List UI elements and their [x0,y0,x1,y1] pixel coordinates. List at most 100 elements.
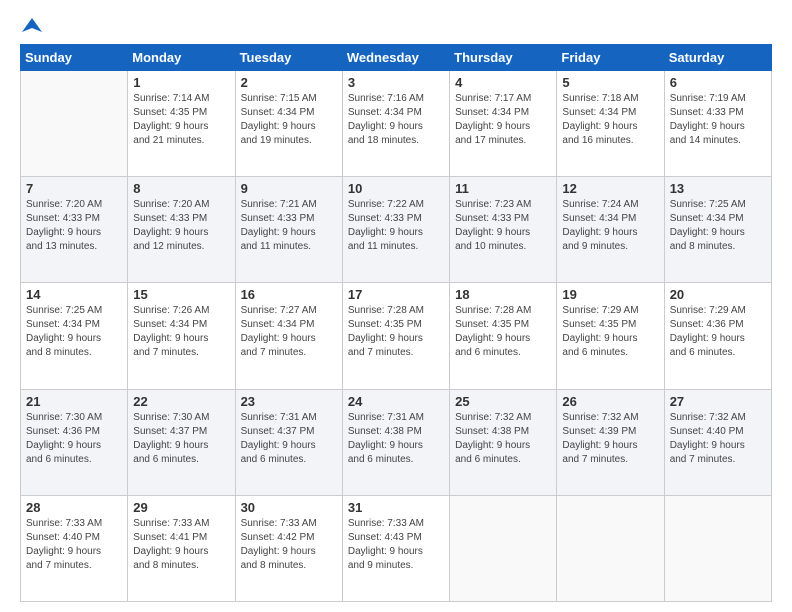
calendar-cell: 23 Sunrise: 7:31 AMSunset: 4:37 PMDayligh… [235,389,342,495]
day-number: 14 [26,287,122,302]
cell-info: Sunrise: 7:17 AMSunset: 4:34 PMDaylight:… [455,92,551,148]
calendar-cell: 30 Sunrise: 7:33 AMSunset: 4:42 PMDayligh… [235,495,342,601]
cell-info: Sunrise: 7:32 AMSunset: 4:39 PMDaylight:… [562,411,658,467]
cell-info: Sunrise: 7:19 AMSunset: 4:33 PMDaylight:… [670,92,766,148]
calendar-table: SundayMondayTuesdayWednesdayThursdayFrid… [20,44,772,602]
cell-info: Sunrise: 7:28 AMSunset: 4:35 PMDaylight:… [348,304,444,360]
weekday-header: Wednesday [342,45,449,71]
calendar-cell: 21 Sunrise: 7:30 AMSunset: 4:36 PMDayligh… [21,389,128,495]
calendar-cell: 20 Sunrise: 7:29 AMSunset: 4:36 PMDayligh… [664,283,771,389]
calendar-cell: 24 Sunrise: 7:31 AMSunset: 4:38 PMDayligh… [342,389,449,495]
day-number: 12 [562,181,658,196]
day-number: 5 [562,75,658,90]
day-number: 3 [348,75,444,90]
day-number: 9 [241,181,337,196]
calendar-cell: 22 Sunrise: 7:30 AMSunset: 4:37 PMDayligh… [128,389,235,495]
calendar-cell: 14 Sunrise: 7:25 AMSunset: 4:34 PMDayligh… [21,283,128,389]
day-number: 23 [241,394,337,409]
cell-info: Sunrise: 7:27 AMSunset: 4:34 PMDaylight:… [241,304,337,360]
cell-info: Sunrise: 7:21 AMSunset: 4:33 PMDaylight:… [241,198,337,254]
calendar-cell: 27 Sunrise: 7:32 AMSunset: 4:40 PMDayligh… [664,389,771,495]
calendar-cell: 19 Sunrise: 7:29 AMSunset: 4:35 PMDayligh… [557,283,664,389]
day-number: 10 [348,181,444,196]
cell-info: Sunrise: 7:33 AMSunset: 4:43 PMDaylight:… [348,517,444,573]
day-number: 13 [670,181,766,196]
logo-bird-icon [22,16,42,36]
cell-info: Sunrise: 7:25 AMSunset: 4:34 PMDaylight:… [26,304,122,360]
day-number: 22 [133,394,229,409]
calendar-cell: 7Sunrise: 7:20 AMSunset: 4:33 PMDaylight… [21,177,128,283]
cell-info: Sunrise: 7:29 AMSunset: 4:36 PMDaylight:… [670,304,766,360]
cell-info: Sunrise: 7:33 AMSunset: 4:41 PMDaylight:… [133,517,229,573]
day-number: 28 [26,500,122,515]
cell-info: Sunrise: 7:15 AMSunset: 4:34 PMDaylight:… [241,92,337,148]
calendar-cell: 18 Sunrise: 7:28 AMSunset: 4:35 PMDayligh… [450,283,557,389]
calendar-cell: 1 Sunrise: 7:14 AMSunset: 4:35 PMDaylight… [128,71,235,177]
calendar-cell: 29 Sunrise: 7:33 AMSunset: 4:41 PMDayligh… [128,495,235,601]
calendar-cell: 12 Sunrise: 7:24 AMSunset: 4:34 PMDayligh… [557,177,664,283]
day-number: 2 [241,75,337,90]
cell-info: Sunrise: 7:31 AMSunset: 4:37 PMDaylight:… [241,411,337,467]
day-number: 18 [455,287,551,302]
calendar-cell [664,495,771,601]
day-number: 16 [241,287,337,302]
calendar-cell: 9 Sunrise: 7:21 AMSunset: 4:33 PMDaylight… [235,177,342,283]
day-number: 19 [562,287,658,302]
cell-info: Sunrise: 7:30 AMSunset: 4:37 PMDaylight:… [133,411,229,467]
cell-info: Sunrise: 7:32 AMSunset: 4:40 PMDaylight:… [670,411,766,467]
weekday-header: Friday [557,45,664,71]
page: SundayMondayTuesdayWednesdayThursdayFrid… [0,0,792,612]
day-number: 31 [348,500,444,515]
cell-info: Sunrise: 7:18 AMSunset: 4:34 PMDaylight:… [562,92,658,148]
day-number: 26 [562,394,658,409]
calendar-cell [557,495,664,601]
cell-info: Sunrise: 7:28 AMSunset: 4:35 PMDaylight:… [455,304,551,360]
cell-info: Sunrise: 7:20 AMSunset: 4:33 PMDaylight:… [133,198,229,254]
cell-info: Sunrise: 7:33 AMSunset: 4:42 PMDaylight:… [241,517,337,573]
day-number: 25 [455,394,551,409]
calendar-cell: 10 Sunrise: 7:22 AMSunset: 4:33 PMDayligh… [342,177,449,283]
weekday-header: Thursday [450,45,557,71]
day-number: 21 [26,394,122,409]
cell-info: Sunrise: 7:14 AMSunset: 4:35 PMDaylight:… [133,92,229,148]
calendar-cell [450,495,557,601]
day-number: 30 [241,500,337,515]
day-number: 20 [670,287,766,302]
calendar-cell: 16 Sunrise: 7:27 AMSunset: 4:34 PMDayligh… [235,283,342,389]
calendar-cell: 28 Sunrise: 7:33 AMSunset: 4:40 PMDayligh… [21,495,128,601]
cell-info: Sunrise: 7:31 AMSunset: 4:38 PMDaylight:… [348,411,444,467]
cell-info: Sunrise: 7:22 AMSunset: 4:33 PMDaylight:… [348,198,444,254]
calendar-cell: 3 Sunrise: 7:16 AMSunset: 4:34 PMDaylight… [342,71,449,177]
day-number: 17 [348,287,444,302]
weekday-header: Tuesday [235,45,342,71]
day-number: 6 [670,75,766,90]
cell-info: Sunrise: 7:26 AMSunset: 4:34 PMDaylight:… [133,304,229,360]
weekday-header: Saturday [664,45,771,71]
calendar-cell: 25Sunrise: 7:32 AMSunset: 4:38 PMDayligh… [450,389,557,495]
cell-info: Sunrise: 7:30 AMSunset: 4:36 PMDaylight:… [26,411,122,467]
cell-info: Sunrise: 7:33 AMSunset: 4:40 PMDaylight:… [26,517,122,573]
cell-info: Sunrise: 7:23 AMSunset: 4:33 PMDaylight:… [455,198,551,254]
calendar-cell: 26 Sunrise: 7:32 AMSunset: 4:39 PMDayligh… [557,389,664,495]
logo [20,20,42,32]
calendar-cell: 2 Sunrise: 7:15 AMSunset: 4:34 PMDaylight… [235,71,342,177]
day-number: 8 [133,181,229,196]
cell-info: Sunrise: 7:25 AMSunset: 4:34 PMDaylight:… [670,198,766,254]
cell-info: Sunrise: 7:29 AMSunset: 4:35 PMDaylight:… [562,304,658,360]
calendar-cell: 6 Sunrise: 7:19 AMSunset: 4:33 PMDaylight… [664,71,771,177]
calendar-cell: 11 Sunrise: 7:23 AMSunset: 4:33 PMDayligh… [450,177,557,283]
day-number: 29 [133,500,229,515]
cell-info: Sunrise: 7:16 AMSunset: 4:34 PMDaylight:… [348,92,444,148]
calendar-cell: 8 Sunrise: 7:20 AMSunset: 4:33 PMDaylight… [128,177,235,283]
day-number: 24 [348,394,444,409]
calendar-cell: 31 Sunrise: 7:33 AMSunset: 4:43 PMDayligh… [342,495,449,601]
cell-info: Sunrise: 7:20 AMSunset: 4:33 PMDaylight:… [26,198,122,254]
weekday-header: Sunday [21,45,128,71]
weekday-header: Monday [128,45,235,71]
day-number: 11 [455,181,551,196]
calendar-cell: 13 Sunrise: 7:25 AMSunset: 4:34 PMDayligh… [664,177,771,283]
header [20,20,772,32]
cell-info: Sunrise: 7:24 AMSunset: 4:34 PMDaylight:… [562,198,658,254]
day-number: 27 [670,394,766,409]
day-number: 1 [133,75,229,90]
